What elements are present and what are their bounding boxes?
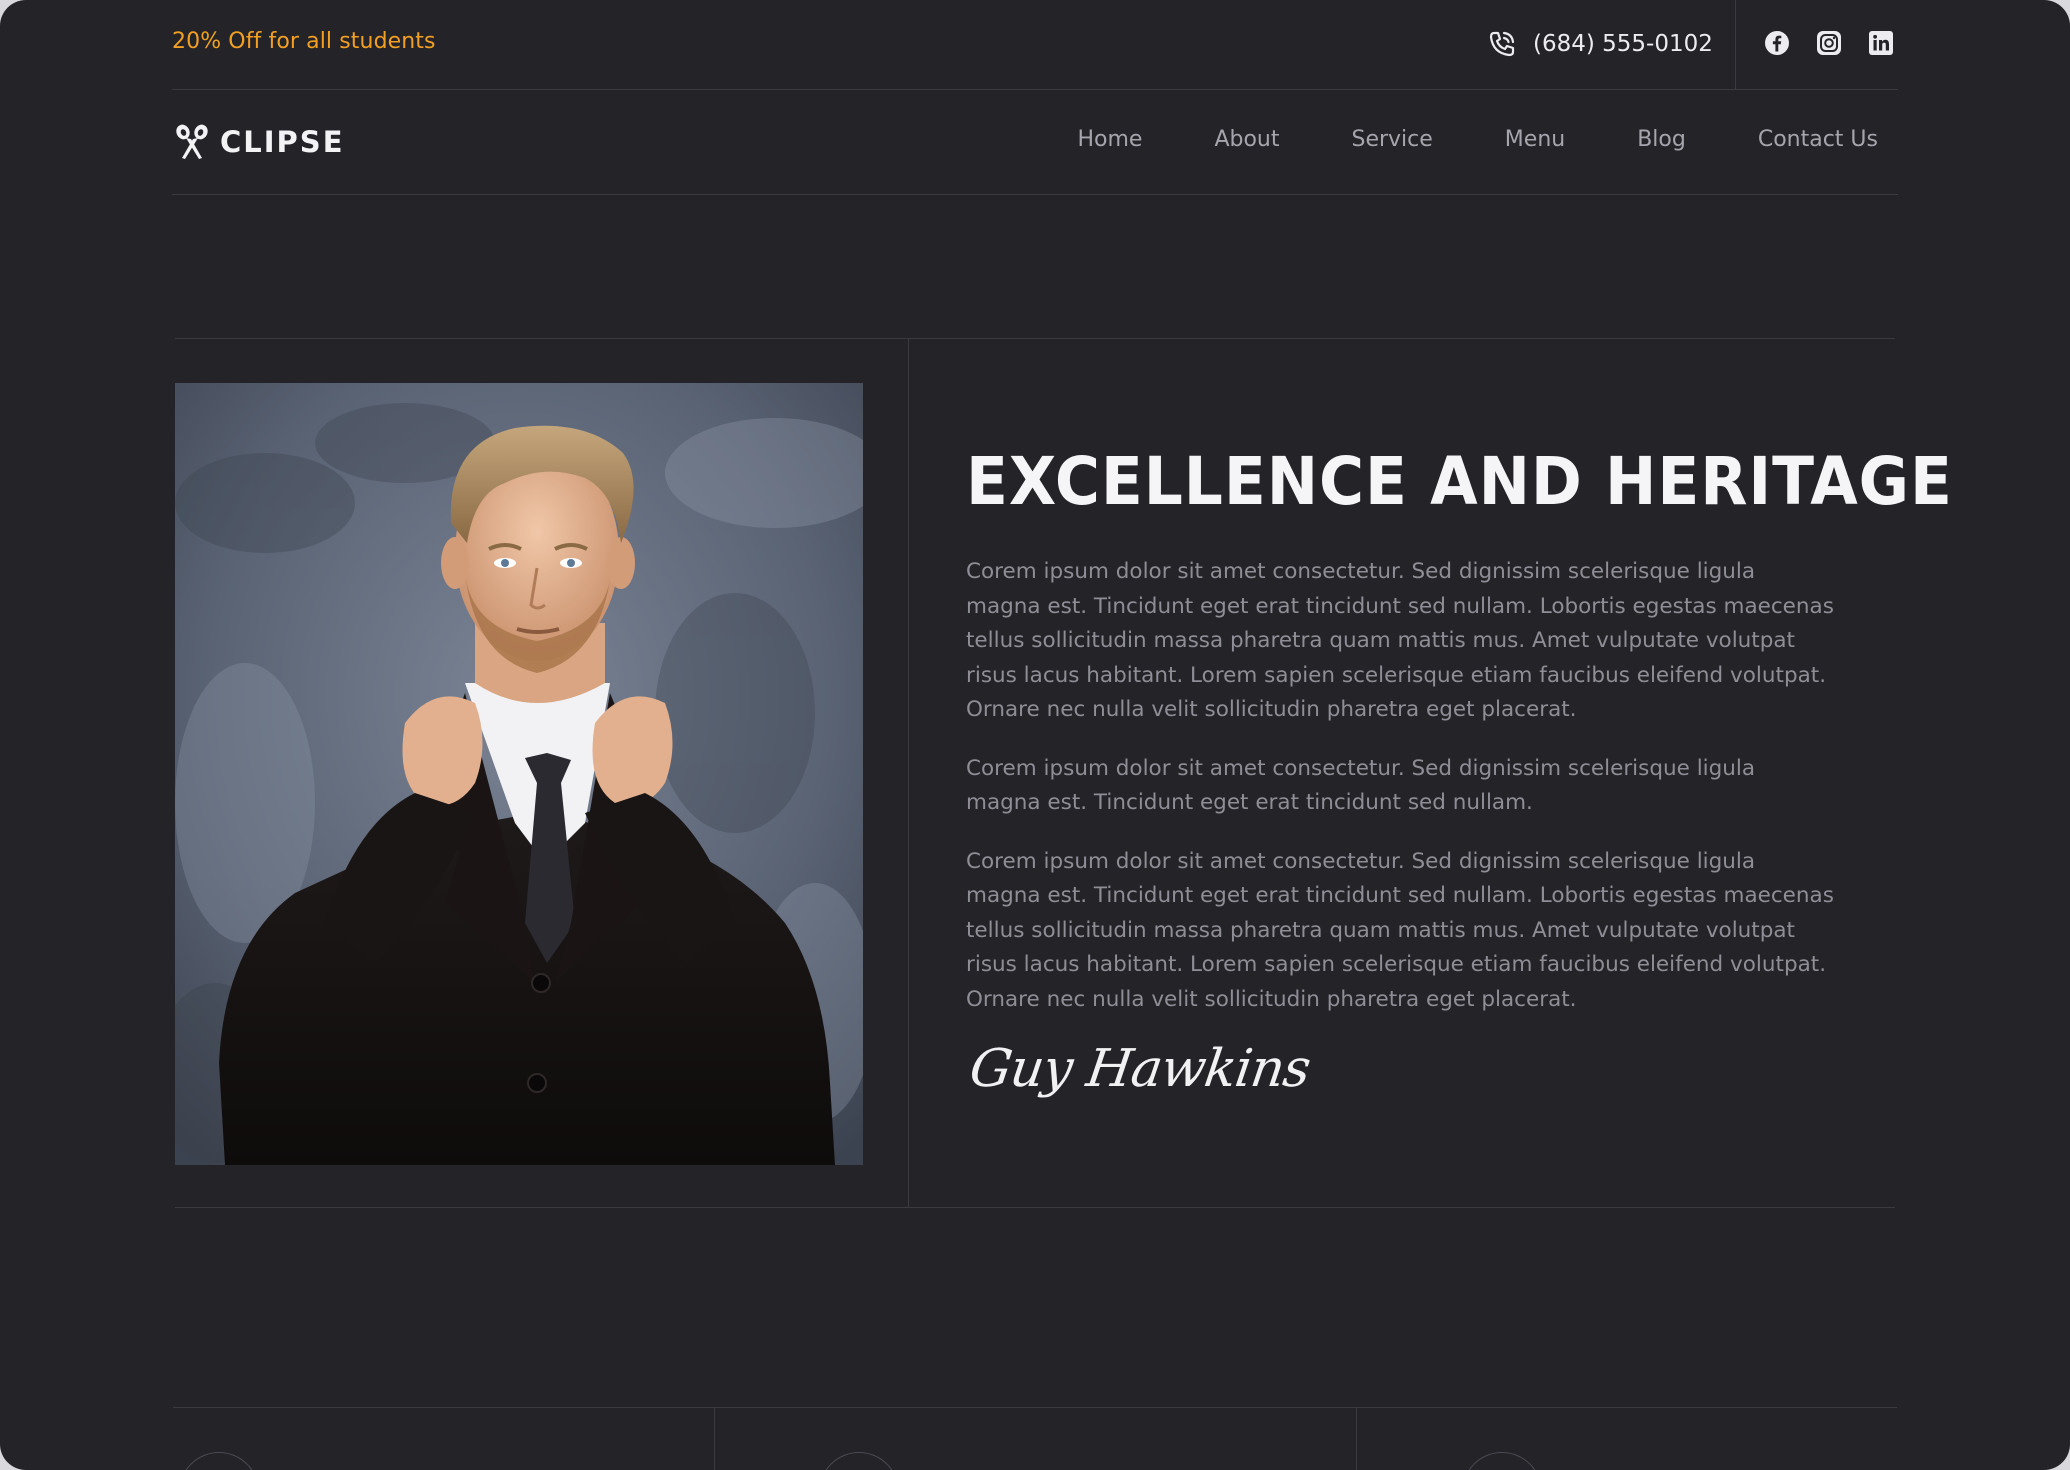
section-title: EXCELLENCE AND HERITAGE	[966, 443, 1953, 520]
promo-text: 20% Off for all students	[172, 29, 436, 54]
feature-icon-circle-3	[1462, 1452, 1542, 1470]
story-paragraph-2: Corem ipsum dolor sit amet consectetur. …	[966, 755, 1756, 816]
page: 20% Off for all students (684) 555-0102	[0, 0, 2070, 1470]
linkedin-icon[interactable]	[1868, 30, 1894, 56]
feature-divider-2	[1356, 1408, 1357, 1470]
portrait-image	[175, 383, 863, 1165]
feature-icon-circle-1	[179, 1452, 259, 1470]
top-bar: 20% Off for all students (684) 555-0102	[172, 0, 1898, 90]
features-row	[173, 1407, 1897, 1470]
nav-item-menu[interactable]: Menu	[1505, 127, 1565, 152]
heritage-section: EXCELLENCE AND HERITAGE Corem ipsum dolo…	[175, 338, 1953, 1208]
signature: Guy Hawkins	[966, 1039, 1314, 1099]
social-links	[1764, 30, 1894, 56]
nav-item-blog[interactable]: Blog	[1637, 127, 1686, 152]
brand-name: CLIPSE	[220, 125, 345, 159]
feature-divider-1	[714, 1408, 715, 1470]
nav-item-about[interactable]: About	[1214, 127, 1279, 152]
section-vertical-divider	[908, 339, 909, 1207]
story-paragraph-3: Corem ipsum dolor sit amet consectetur. …	[966, 848, 1834, 1012]
feature-icon-circle-2	[819, 1452, 899, 1470]
brand-logo[interactable]: CLIPSE	[174, 123, 345, 161]
topbar-divider	[1735, 0, 1736, 90]
nav-item-service[interactable]: Service	[1351, 127, 1432, 152]
nav-item-contact-us[interactable]: Contact Us	[1758, 127, 1878, 152]
facebook-icon[interactable]	[1764, 30, 1790, 56]
phone-contact[interactable]: (684) 555-0102	[1487, 26, 1713, 62]
story-paragraph-1: Corem ipsum dolor sit amet consectetur. …	[966, 559, 1834, 722]
instagram-icon[interactable]	[1816, 30, 1842, 56]
phone-icon	[1489, 31, 1515, 57]
main-navbar: CLIPSE Home About Service Menu Blog Cont…	[172, 91, 1898, 195]
nav-item-home[interactable]: Home	[1077, 127, 1142, 152]
scissors-icon	[176, 124, 208, 159]
story-content: EXCELLENCE AND HERITAGE Corem ipsum dolo…	[966, 443, 1953, 1100]
nav-menu: Home About Service Menu Blog Contact Us	[1005, 127, 1878, 152]
man-in-suit-photo	[175, 383, 863, 1165]
phone-number: (684) 555-0102	[1533, 31, 1713, 57]
